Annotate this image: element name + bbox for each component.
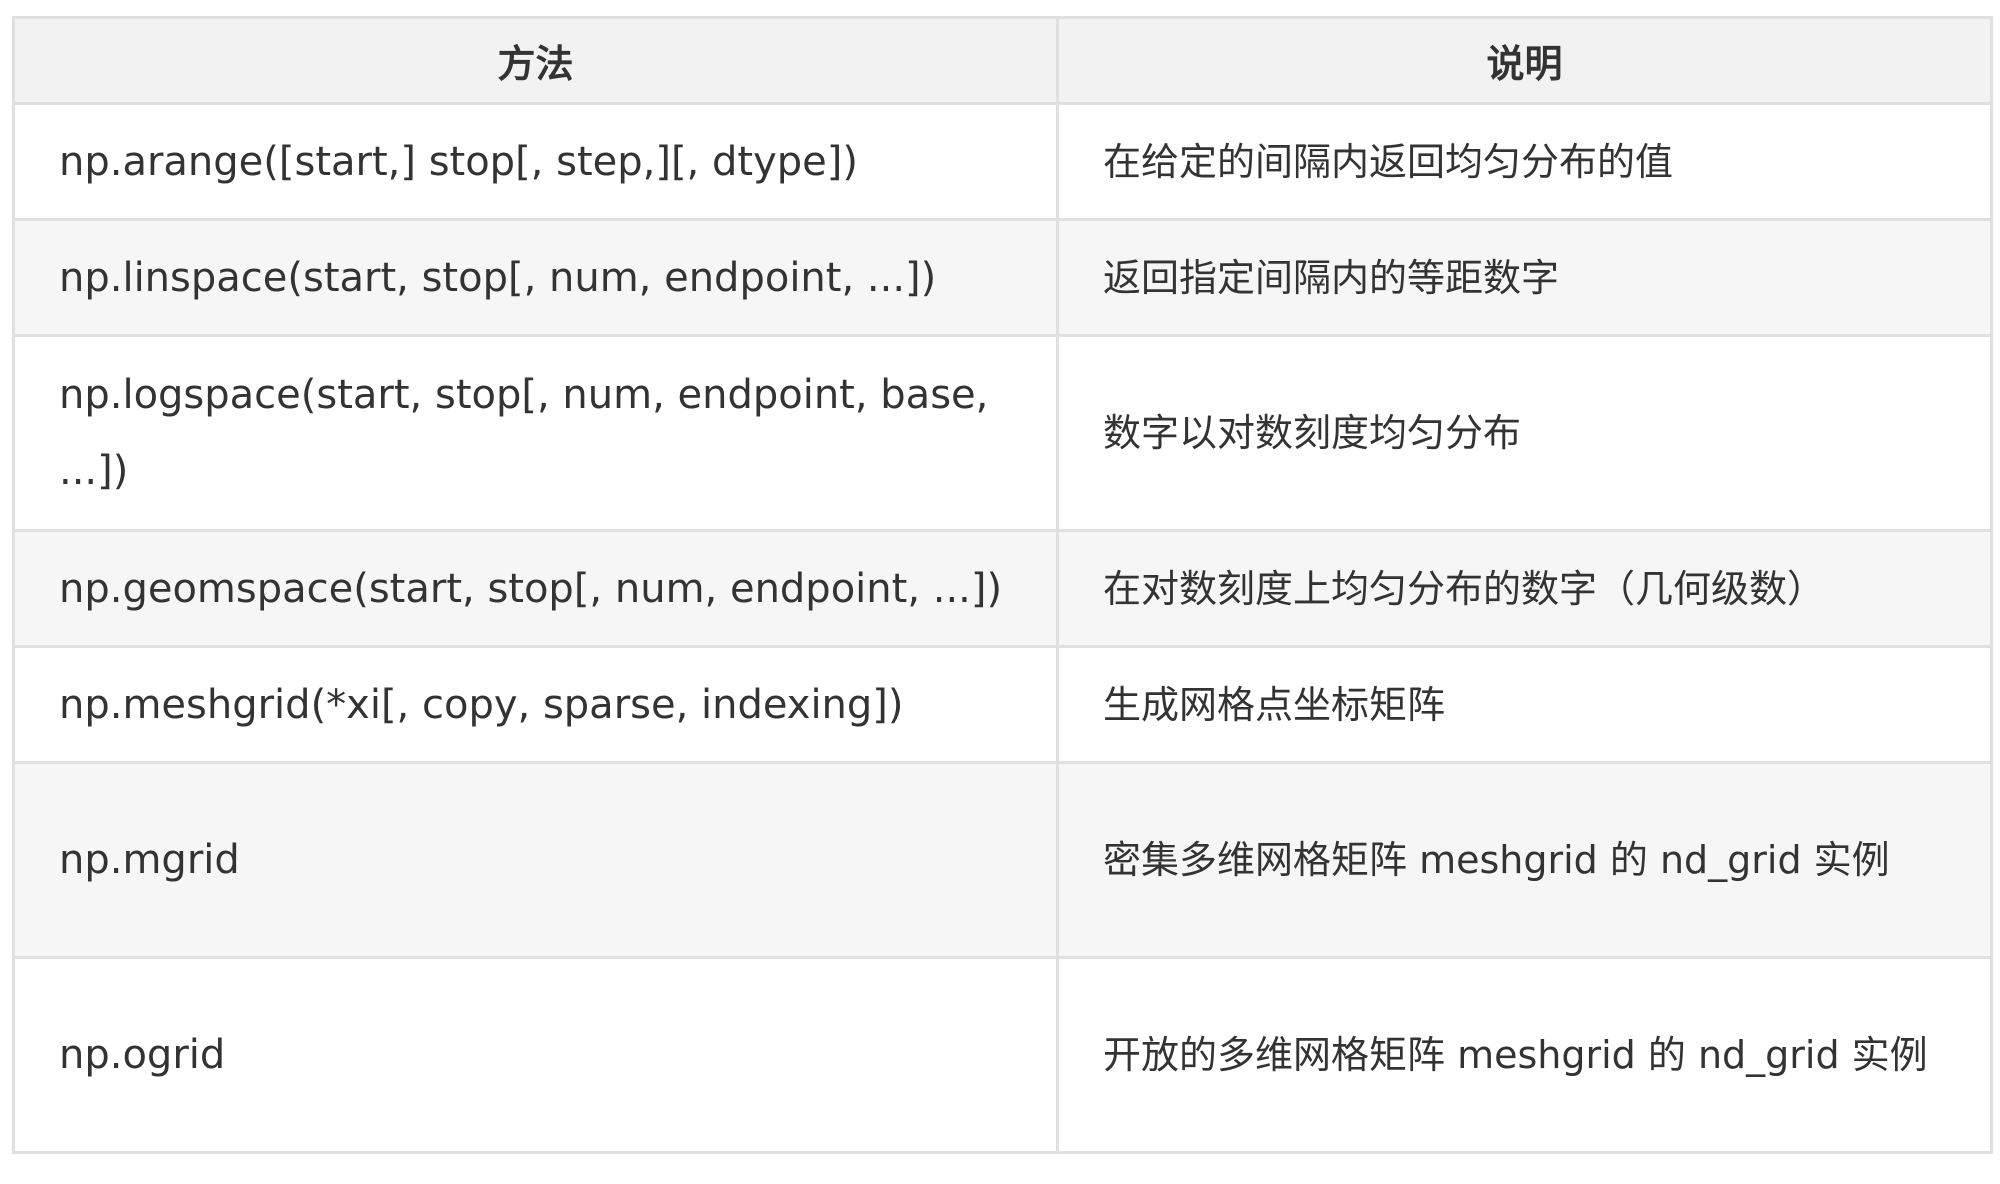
- description-cell: 返回指定间隔内的等距数字: [1056, 218, 1993, 337]
- method-cell: np.geomspace(start, stop[, num, endpoint…: [12, 529, 1059, 648]
- table-row: np.logspace(start, stop[, num, endpoint,…: [12, 334, 1993, 532]
- table-row: np.mgrid 密集多维网格矩阵 meshgrid 的 nd_grid 实例: [12, 761, 1993, 959]
- description-cell: 在给定的间隔内返回均匀分布的值: [1056, 102, 1993, 221]
- table-row: np.arange([start,] stop[, step,][, dtype…: [12, 102, 1993, 221]
- table-header-row: 方法 说明: [12, 16, 1993, 105]
- description-cell: 密集多维网格矩阵 meshgrid 的 nd_grid 实例: [1056, 761, 1993, 959]
- description-cell: 在对数刻度上均匀分布的数字（几何级数）: [1056, 529, 1993, 648]
- method-cell: np.linspace(start, stop[, num, endpoint,…: [12, 218, 1059, 337]
- table-row: np.geomspace(start, stop[, num, endpoint…: [12, 529, 1993, 648]
- table-row: np.linspace(start, stop[, num, endpoint,…: [12, 218, 1993, 337]
- header-method: 方法: [12, 16, 1059, 105]
- description-cell: 数字以对数刻度均匀分布: [1056, 334, 1993, 532]
- table-row: np.meshgrid(*xi[, copy, sparse, indexing…: [12, 645, 1993, 764]
- description-cell: 生成网格点坐标矩阵: [1056, 645, 1993, 764]
- numpy-creation-table: 方法 说明 np.arange([start,] stop[, step,][,…: [12, 16, 1993, 1154]
- table-row: np.ogrid 开放的多维网格矩阵 meshgrid 的 nd_grid 实例: [12, 956, 1993, 1154]
- method-cell: np.ogrid: [12, 956, 1059, 1154]
- method-cell: np.logspace(start, stop[, num, endpoint,…: [12, 334, 1059, 532]
- header-description: 说明: [1056, 16, 1993, 105]
- numpy-creation-table-container: 方法 说明 np.arange([start,] stop[, step,][,…: [12, 16, 1993, 1154]
- method-cell: np.meshgrid(*xi[, copy, sparse, indexing…: [12, 645, 1059, 764]
- description-cell: 开放的多维网格矩阵 meshgrid 的 nd_grid 实例: [1056, 956, 1993, 1154]
- method-cell: np.mgrid: [12, 761, 1059, 959]
- method-cell: np.arange([start,] stop[, step,][, dtype…: [12, 102, 1059, 221]
